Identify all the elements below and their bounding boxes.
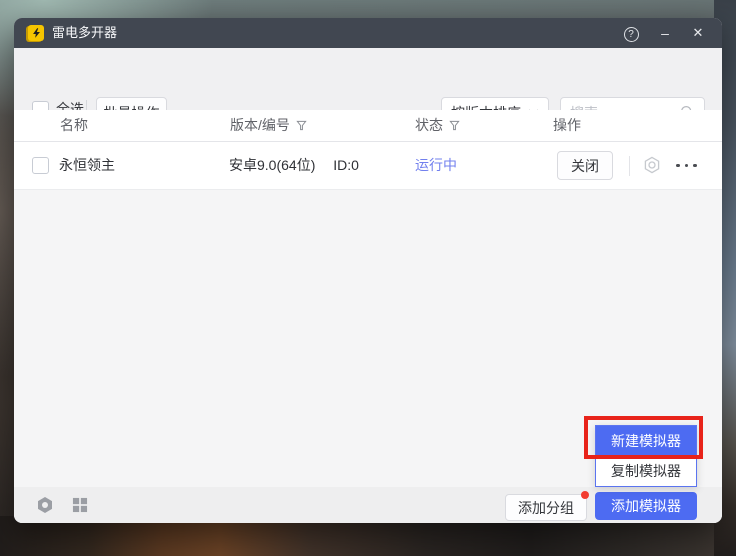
column-header-name: 名称 [60,110,88,141]
add-group-label: 添加分组 [518,498,574,518]
emulator-id: ID:0 [333,157,359,173]
minimize-icon[interactable]: – [651,18,679,48]
window-title: 雷电多开器 [52,18,117,48]
filter-icon[interactable] [449,120,460,131]
add-group-button[interactable]: 添加分组 [505,494,587,521]
ldplayer-multi-instance-window: 雷电多开器 ? – ✕ 全选 批量操作 按版本排序 [14,18,722,523]
emulator-android-version: 安卓9.0(64位) [229,157,315,173]
table-row: 永恒领主 安卓9.0(64位) ID:0 运行中 关闭 [14,142,722,190]
add-emulator-button[interactable]: 添加模拟器 [595,492,697,520]
column-header-version-label: 版本/编号 [230,110,290,141]
close-emulator-button[interactable]: 关闭 [557,151,613,180]
screen: 雷电多开器 ? – ✕ 全选 批量操作 按版本排序 [0,0,736,556]
close-icon[interactable]: ✕ [684,18,712,48]
app-logo-icon [28,25,44,41]
global-settings-icon[interactable] [36,496,54,514]
row-action-divider [629,156,630,176]
column-header-status-label: 状态 [415,110,443,141]
lightning-bolt-icon [31,27,42,39]
toolbar: 全选 批量操作 按版本排序 [14,48,722,110]
more-options-icon[interactable] [676,142,697,189]
settings-icon[interactable] [643,156,661,174]
titlebar[interactable]: 雷电多开器 ? – ✕ [14,18,722,48]
column-header-status: 状态 [415,110,460,141]
column-header-version: 版本/编号 [230,110,307,141]
menu-item-new-emulator[interactable]: 新建模拟器 [596,426,696,456]
status-badge: 运行中 [415,142,457,189]
footer-bar: 添加分组 添加模拟器 [14,487,722,523]
emulator-name: 永恒领主 [59,142,115,189]
table-header: 名称 版本/编号 状态 操作 [14,110,722,142]
add-emulator-context-menu: 新建模拟器 复制模拟器 [595,425,697,487]
grid-view-icon[interactable] [72,497,88,513]
notification-dot-badge [581,491,589,499]
menu-item-copy-emulator[interactable]: 复制模拟器 [596,456,696,486]
filter-icon[interactable] [296,120,307,131]
row-checkbox[interactable] [32,157,49,174]
help-icon[interactable]: ? [617,18,645,48]
column-header-action: 操作 [553,110,581,141]
emulator-version: 安卓9.0(64位) ID:0 [229,142,359,189]
